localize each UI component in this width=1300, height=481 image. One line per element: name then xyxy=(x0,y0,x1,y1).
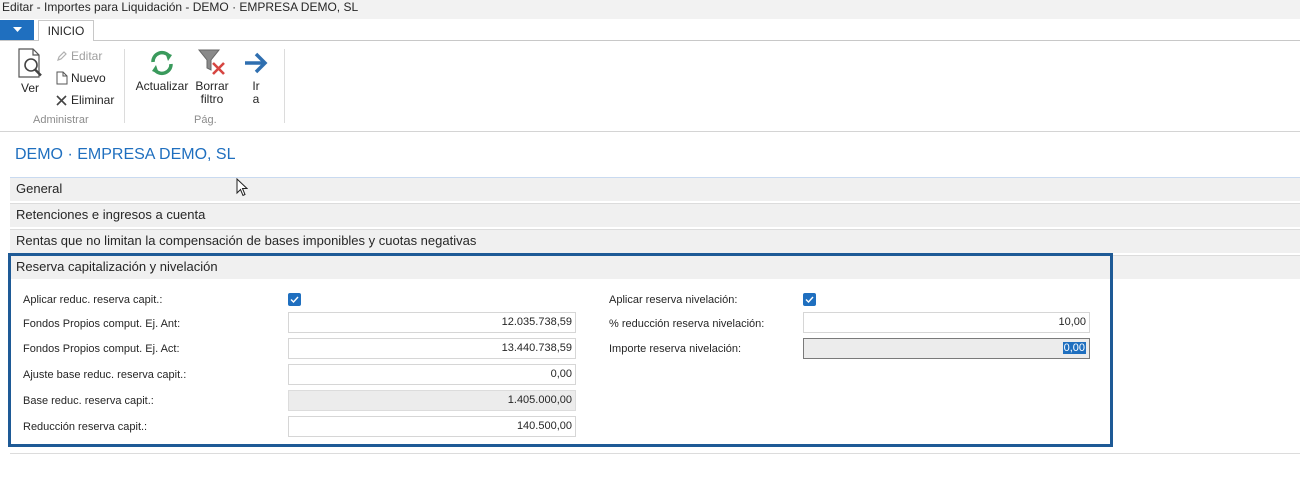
mouse-cursor-icon xyxy=(236,178,248,197)
group-label-administrar: Administrar xyxy=(33,114,89,126)
pct-niv-field[interactable]: 10,00 xyxy=(803,312,1090,333)
fondos-act-field[interactable]: 13.440.738,59 xyxy=(288,338,576,359)
selected-text: 0,00 xyxy=(1062,342,1086,354)
pencil-icon xyxy=(57,51,67,61)
tab-inicio[interactable]: INICIO xyxy=(38,20,94,42)
fasttab-retenciones[interactable]: Retenciones e ingresos a cuenta xyxy=(10,203,1300,227)
ver-button[interactable]: Ver xyxy=(15,47,45,95)
aplicar-capit-label: Aplicar reduc. reserva capit.: xyxy=(23,294,163,306)
base-field: 1.405.000,00 xyxy=(288,390,576,411)
reduccion-label: Reducción reserva capit.: xyxy=(23,421,148,433)
ir-a-button[interactable]: Ir a xyxy=(241,49,271,106)
fondos-act-label: Fondos Propios comput. Ej. Act: xyxy=(23,343,180,355)
fondos-ant-label: Fondos Propios comput. Ej. Ant: xyxy=(23,318,181,330)
ajuste-label: Ajuste base reduc. reserva capit.: xyxy=(23,369,187,381)
page-title: DEMO · EMPRESA DEMO, SL xyxy=(15,146,236,163)
ribbon-tabs: INICIO xyxy=(0,19,1300,42)
dropdown-arrow-icon xyxy=(12,27,22,32)
fondos-ant-field[interactable]: 12.035.738,59 xyxy=(288,312,576,333)
fasttab-rentas[interactable]: Rentas que no limitan la compensación de… xyxy=(10,229,1300,253)
group-label-pag: Pág. xyxy=(194,114,217,126)
ir-label-line2: a xyxy=(252,92,260,106)
checkmark-icon xyxy=(805,296,814,303)
ribbon: Ver Editar Nuevo Eliminar Administrar Ac… xyxy=(0,41,1300,132)
app-menu-button[interactable] xyxy=(0,20,34,40)
refresh-icon xyxy=(151,50,173,76)
section-bottom-divider xyxy=(10,453,1300,454)
reduccion-field[interactable]: 140.500,00 xyxy=(288,416,576,437)
nuevo-label: Nuevo xyxy=(71,71,106,85)
delete-x-icon xyxy=(56,94,67,106)
editar-label: Editar xyxy=(71,49,103,63)
importe-niv-field[interactable]: 0,00 xyxy=(803,338,1090,359)
base-label: Base reduc. reserva capit.: xyxy=(23,395,154,407)
nuevo-button[interactable]: Nuevo xyxy=(56,69,106,87)
fasttab-general[interactable]: General xyxy=(10,177,1300,201)
actualizar-label: Actualizar xyxy=(135,79,189,93)
ver-label: Ver xyxy=(20,81,39,95)
group-separator xyxy=(124,49,125,123)
editar-button[interactable]: Editar xyxy=(56,47,102,65)
arrow-right-icon xyxy=(245,52,268,74)
aplicar-niv-checkbox[interactable] xyxy=(803,293,816,306)
borrar-label-line2: filtro xyxy=(200,92,224,106)
new-document-icon xyxy=(56,71,68,85)
clear-filter-icon xyxy=(197,49,225,75)
ajuste-field[interactable]: 0,00 xyxy=(288,364,576,385)
aplicar-niv-label: Aplicar reserva nivelación: xyxy=(609,294,738,306)
importe-niv-label: Importe reserva nivelación: xyxy=(609,343,742,355)
pct-niv-label: % reducción reserva nivelación: xyxy=(609,318,765,330)
borrar-filtro-button[interactable]: Borrar filtro xyxy=(194,47,230,106)
eliminar-label: Eliminar xyxy=(71,93,115,107)
actualizar-button[interactable]: Actualizar xyxy=(135,49,189,93)
aplicar-capit-checkbox[interactable] xyxy=(288,293,301,306)
checkmark-icon xyxy=(290,296,299,303)
window-title: Editar - Importes para Liquidación - DEM… xyxy=(0,0,1300,19)
group-separator xyxy=(284,49,285,123)
view-magnifier-icon xyxy=(18,48,42,78)
eliminar-button[interactable]: Eliminar xyxy=(55,91,114,109)
